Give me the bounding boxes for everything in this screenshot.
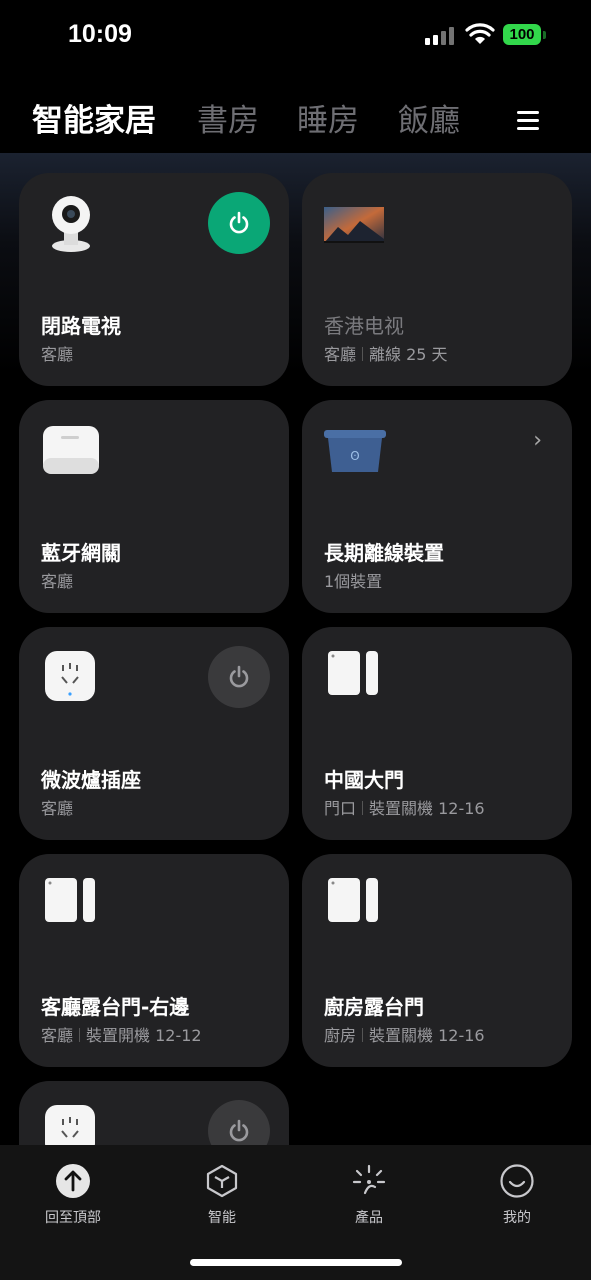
room-label: 客廳: [324, 345, 357, 364]
device-name: 廚房露台門: [324, 995, 424, 1019]
device-count: 1個裝置: [324, 568, 382, 592]
device-name: 香港电视: [324, 314, 404, 338]
tab-label: 智能: [208, 1210, 236, 1226]
room-label: 門口: [324, 799, 357, 818]
device-status: 廚房 裝置關機 12-16: [324, 1022, 485, 1046]
device-room: 客廳: [41, 795, 73, 819]
clock: 10:09: [68, 20, 132, 48]
device-card-cctv[interactable]: 閉路電視 客廳: [19, 173, 289, 386]
count-label: 1個裝置: [324, 572, 383, 591]
device-name: 藍牙網關: [41, 541, 121, 565]
room-label: 客廳: [41, 345, 74, 364]
device-status: 門口 裝置關機 12-16: [324, 795, 485, 819]
separator: [362, 347, 364, 361]
separator: [79, 1028, 81, 1042]
device-status: 客廳 離線 25 天: [324, 341, 448, 365]
tab-label: 我的: [503, 1210, 531, 1226]
tab-smart[interactable]: 智能: [172, 1163, 272, 1227]
device-card-microwave-plug[interactable]: 微波爐插座 客廳: [19, 627, 289, 840]
arrow-up-icon: [55, 1163, 91, 1199]
device-room: 客廳: [41, 341, 73, 365]
power-icon: [229, 1119, 249, 1142]
cube-icon: [204, 1163, 240, 1199]
profile-icon: [499, 1163, 535, 1199]
status-label: 裝置關機 12-16: [369, 799, 485, 818]
menu-button[interactable]: [510, 107, 546, 135]
separator: [362, 1028, 364, 1042]
power-icon: [229, 665, 249, 688]
room-tabs: 智能家居 書房 睡房 飯廳: [0, 95, 591, 145]
device-name: 客廳露台門-右邊: [41, 995, 190, 1019]
door-sensor-icon: [328, 878, 378, 922]
cellular-signal-icon: [425, 25, 457, 45]
wifi-icon: [465, 23, 495, 44]
camera-icon: [52, 196, 90, 252]
tab-dining-room[interactable]: 飯廳: [398, 95, 460, 140]
power-icon: [229, 211, 249, 234]
device-card-balcony-door-right[interactable]: 客廳露台門-右邊 客廳 裝置開機 12-12: [19, 854, 289, 1067]
room-label: 廚房: [324, 1026, 357, 1045]
chevron-right-icon: ›: [533, 428, 542, 453]
tab-label: 回至頂部: [45, 1210, 101, 1226]
device-name: 微波爐插座: [41, 768, 141, 792]
device-card-offline-group[interactable]: ʘ › 長期離線裝置 1個裝置: [302, 400, 572, 613]
device-card-tv[interactable]: 香港电视 客廳 離線 25 天: [302, 173, 572, 386]
status-label: 離線 25 天: [369, 345, 448, 364]
tv-icon: [324, 207, 384, 243]
tab-products[interactable]: 產品: [319, 1163, 419, 1227]
device-card-main-door[interactable]: 中國大門 門口 裝置關機 12-16: [302, 627, 572, 840]
gateway-icon: [43, 426, 99, 474]
tab-smart-home[interactable]: 智能家居: [32, 95, 156, 140]
plug-icon: [45, 651, 95, 701]
device-status: 客廳 裝置開機 12-12: [41, 1022, 202, 1046]
door-sensor-icon: [45, 878, 95, 922]
tab-study[interactable]: 書房: [197, 95, 259, 140]
offline-box-icon: ʘ: [324, 430, 386, 472]
home-indicator[interactable]: [190, 1259, 402, 1266]
door-sensor-icon: [328, 651, 378, 695]
status-label: 裝置關機 12-16: [369, 1026, 485, 1045]
status-label: 裝置開機 12-12: [86, 1026, 202, 1045]
power-button[interactable]: [208, 192, 270, 254]
tab-back-to-top[interactable]: 回至頂部: [23, 1163, 123, 1227]
device-card-gateway[interactable]: 藍牙網關 客廳: [19, 400, 289, 613]
battery-indicator: 100: [503, 24, 541, 45]
tab-label: 產品: [355, 1210, 383, 1226]
device-room: 客廳: [41, 568, 73, 592]
plug-icon: [45, 1105, 95, 1145]
device-name: 長期離線裝置: [324, 541, 444, 565]
power-button[interactable]: [208, 646, 270, 708]
status-bar: 10:09 100: [0, 0, 591, 70]
power-button[interactable]: [208, 1100, 270, 1145]
device-name: 閉路電視: [41, 314, 121, 338]
device-card-plug-partial[interactable]: [19, 1081, 289, 1145]
device-name: 中國大門: [324, 768, 404, 792]
separator: [362, 801, 364, 815]
battery-tip: [543, 31, 546, 39]
product-icon: [351, 1163, 387, 1199]
device-grid: 閉路電視 客廳 香港电视 客廳 離線 25 天 藍牙網關 客廳 ʘ › 長期離線裝…: [0, 153, 591, 1145]
room-label: 客廳: [41, 799, 74, 818]
tab-profile[interactable]: 我的: [467, 1163, 567, 1227]
tab-bedroom[interactable]: 睡房: [297, 95, 359, 140]
room-label: 客廳: [41, 1026, 74, 1045]
device-card-kitchen-balcony-door[interactable]: 廚房露台門 廚房 裝置關機 12-16: [302, 854, 572, 1067]
svg-text:ʘ: ʘ: [350, 449, 359, 463]
room-label: 客廳: [41, 572, 74, 591]
